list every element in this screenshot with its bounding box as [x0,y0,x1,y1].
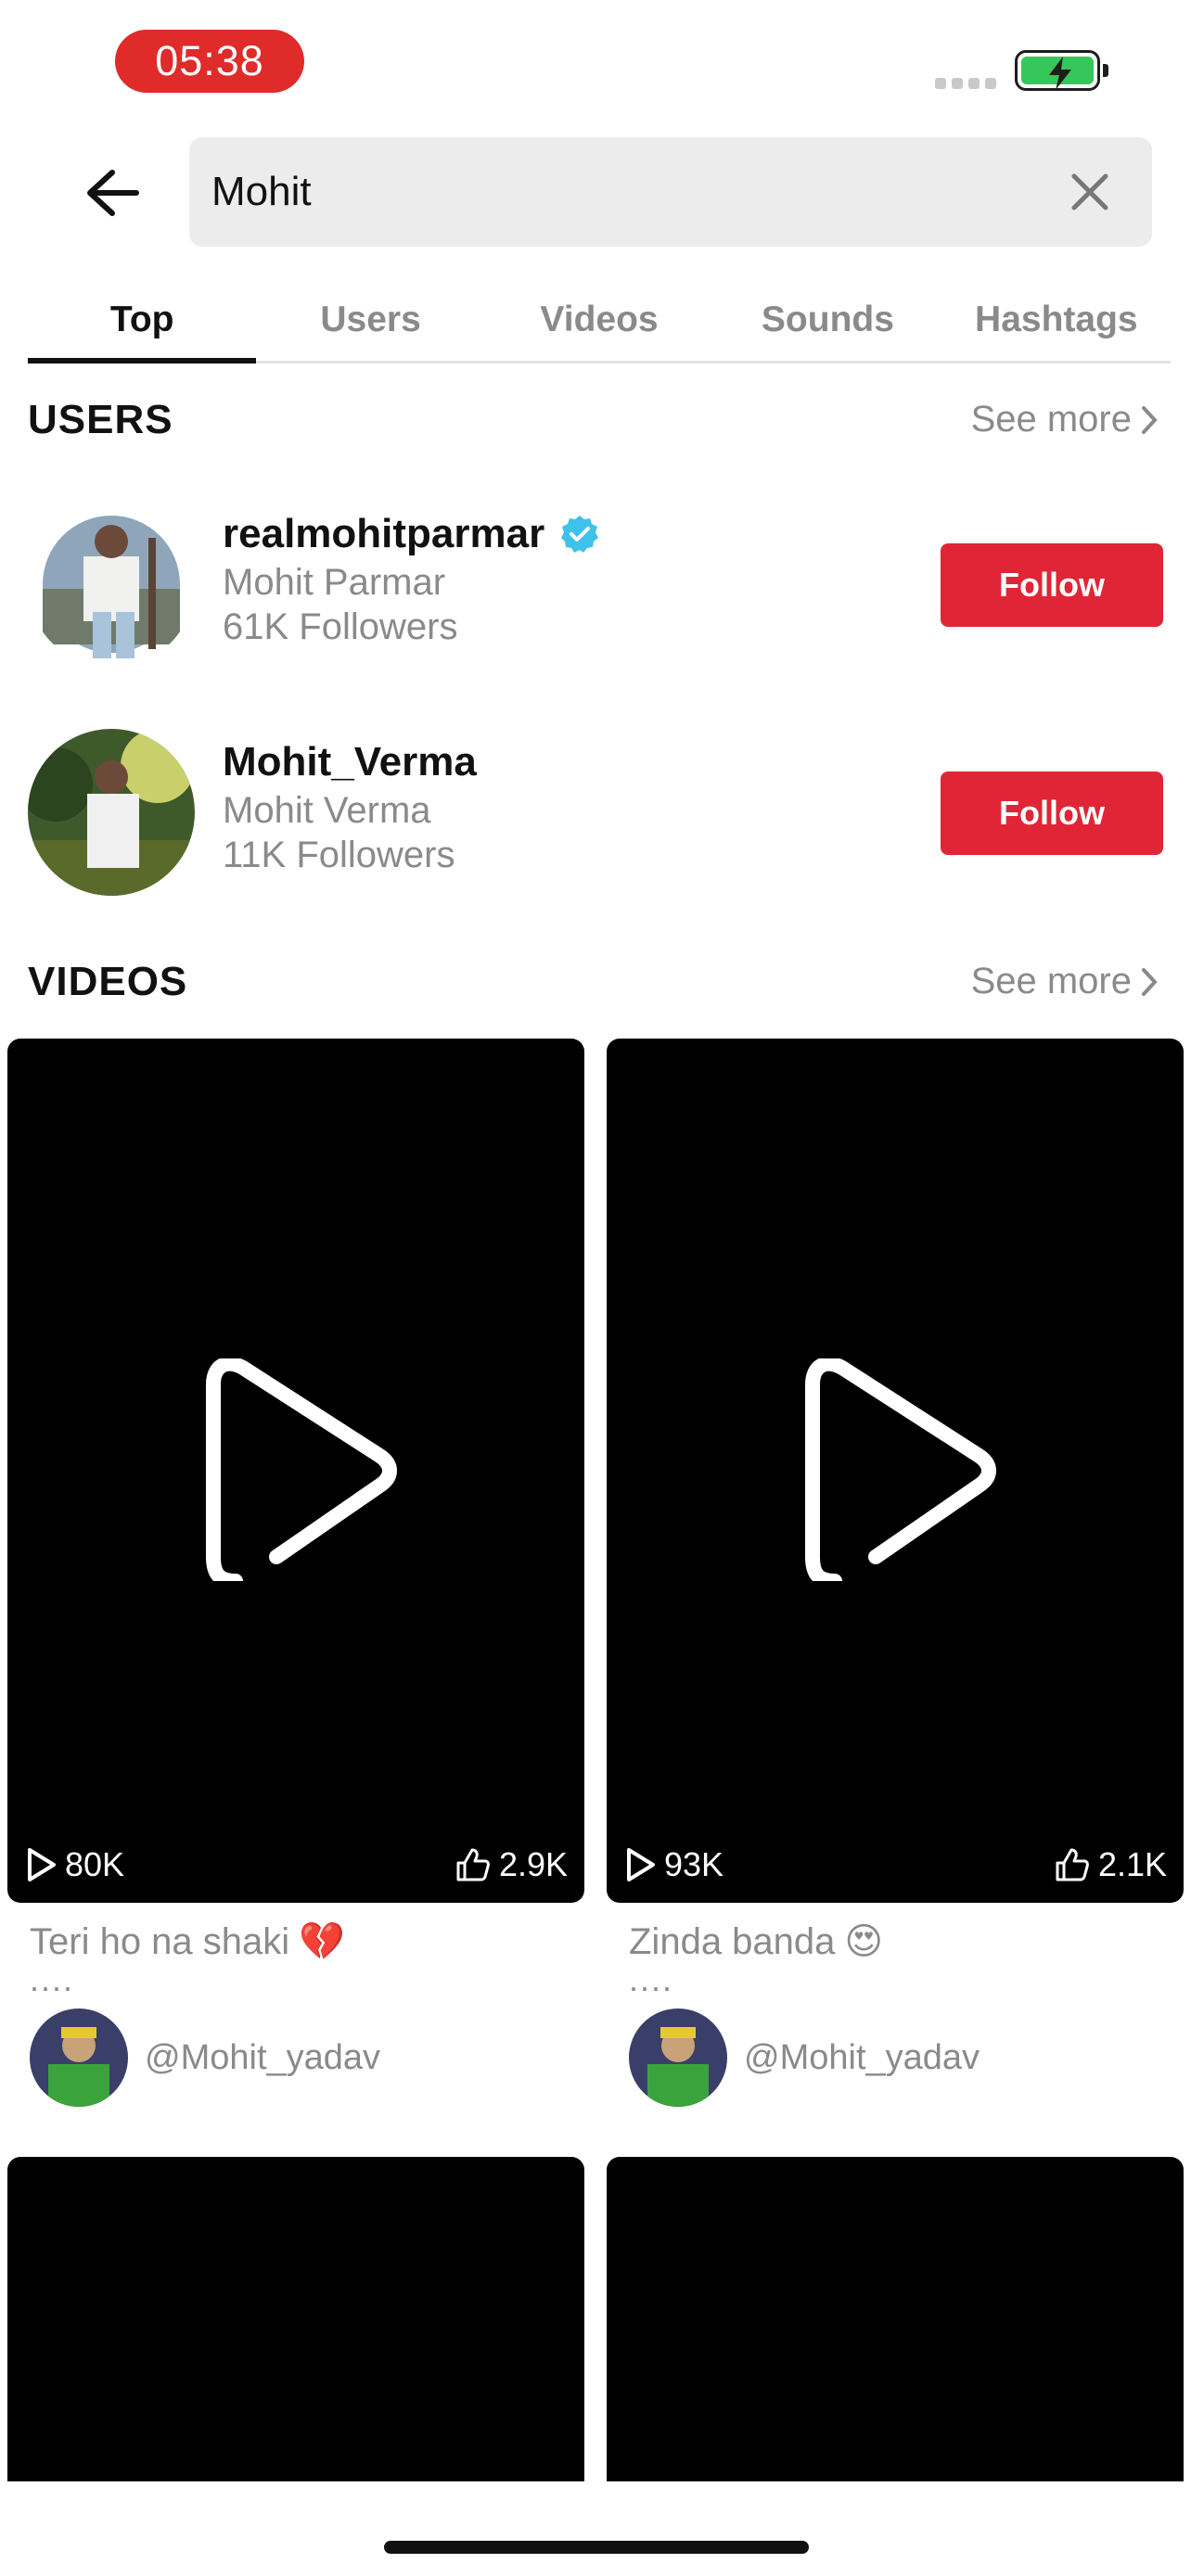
videos-section-title: VIDEOS [28,959,188,1004]
display-name: Mohit Verma [223,790,431,831]
arrow-left-icon [87,170,139,216]
video-title-more: .... [30,1960,75,1998]
video-card[interactable]: 93K 2.1K Zinda banda 😍 .... @Mohit_yadav [607,1039,1184,2107]
play-outline-icon [627,1848,655,1881]
author-avatar[interactable] [30,2009,128,2107]
video-title[interactable]: Teri ho na shaki 💔 [30,1918,584,1966]
play-icon [206,1358,397,1581]
thumbs-up-icon [1056,1848,1089,1881]
author-handle: @Mohit_yadav [145,2037,381,2077]
video-title-text: Teri ho na shaki [30,1921,290,1962]
video-card[interactable]: 80K 2.9K Teri ho na shaki 💔 .... @Mohit_… [7,1039,584,2107]
search-tabs: Top Users Videos Sounds Hashtags [28,278,1171,363]
views-value: 80K [65,1845,125,1883]
broken-heart-emoji: 💔 [299,1921,345,1962]
clear-search-button[interactable] [1069,171,1111,213]
search-bar[interactable] [189,137,1152,247]
signal-icon [935,78,996,89]
author-handle: @Mohit_yadav [744,2037,980,2077]
back-button[interactable] [74,161,150,224]
video-title[interactable]: Zinda banda 😍 [629,1918,1184,1966]
videos-see-more[interactable]: See more [971,961,1158,1002]
avatar[interactable] [28,501,195,668]
video-thumbnail[interactable]: 93K 2.1K [607,1039,1184,1903]
video-thumbnail[interactable]: 80K 2.9K [7,1039,584,1903]
username: Mohit_Verma [223,739,477,784]
see-more-label: See more [970,399,1132,440]
battery-icon [1015,50,1108,91]
thumbs-up-icon [456,1848,490,1881]
chevron-right-icon [1142,405,1158,434]
username: realmohitparmar [223,511,545,556]
tab-hashtags[interactable]: Hashtags [942,278,1171,361]
follow-button[interactable]: Follow [941,772,1163,855]
views-value: 93K [664,1845,724,1883]
chevron-right-icon [1142,967,1158,996]
users-section-title: USERS [28,397,173,442]
search-input[interactable] [211,159,1028,224]
likes-value: 2.9K [498,1845,568,1883]
likes-value: 2.1K [1097,1845,1167,1883]
play-outline-icon [28,1848,56,1881]
author-avatar[interactable] [629,2009,727,2107]
video-author[interactable]: @Mohit_yadav [30,2009,584,2107]
video-title-more: .... [629,1960,674,1998]
heart-eyes-emoji: 😍 [844,1921,884,1962]
like-count: 2.1K [1054,1845,1167,1884]
user-row[interactable]: realmohitparmar Mohit Parmar 61K Followe… [28,501,1163,677]
followers-count: 11K Followers [223,835,455,875]
tab-top[interactable]: Top [28,278,257,363]
tab-sounds[interactable]: Sounds [713,278,941,361]
play-icon [805,1358,996,1581]
video-thumbnail[interactable] [7,2157,584,2481]
follow-button[interactable]: Follow [941,543,1163,627]
users-see-more[interactable]: See more [971,399,1158,440]
status-time: 05:38 [115,30,304,93]
view-count: 93K [623,1845,724,1884]
video-author[interactable]: @Mohit_yadav [629,2009,1184,2107]
home-indicator[interactable] [384,2541,809,2554]
see-more-label: See more [970,961,1132,1001]
view-count: 80K [24,1845,124,1884]
followers-count: 61K Followers [223,606,458,647]
tab-videos[interactable]: Videos [485,278,713,361]
display-name: Mohit Parmar [223,562,446,603]
like-count: 2.9K [455,1845,568,1884]
tab-users[interactable]: Users [256,278,484,361]
close-icon [1071,173,1108,210]
user-row[interactable]: Mohit_Verma Mohit Verma 11K Followers Fo… [28,729,1163,905]
video-thumbnail[interactable] [607,2157,1184,2481]
video-title-text: Zinda banda [629,1921,836,1962]
verified-badge-icon [561,516,599,553]
avatar[interactable] [28,729,195,896]
